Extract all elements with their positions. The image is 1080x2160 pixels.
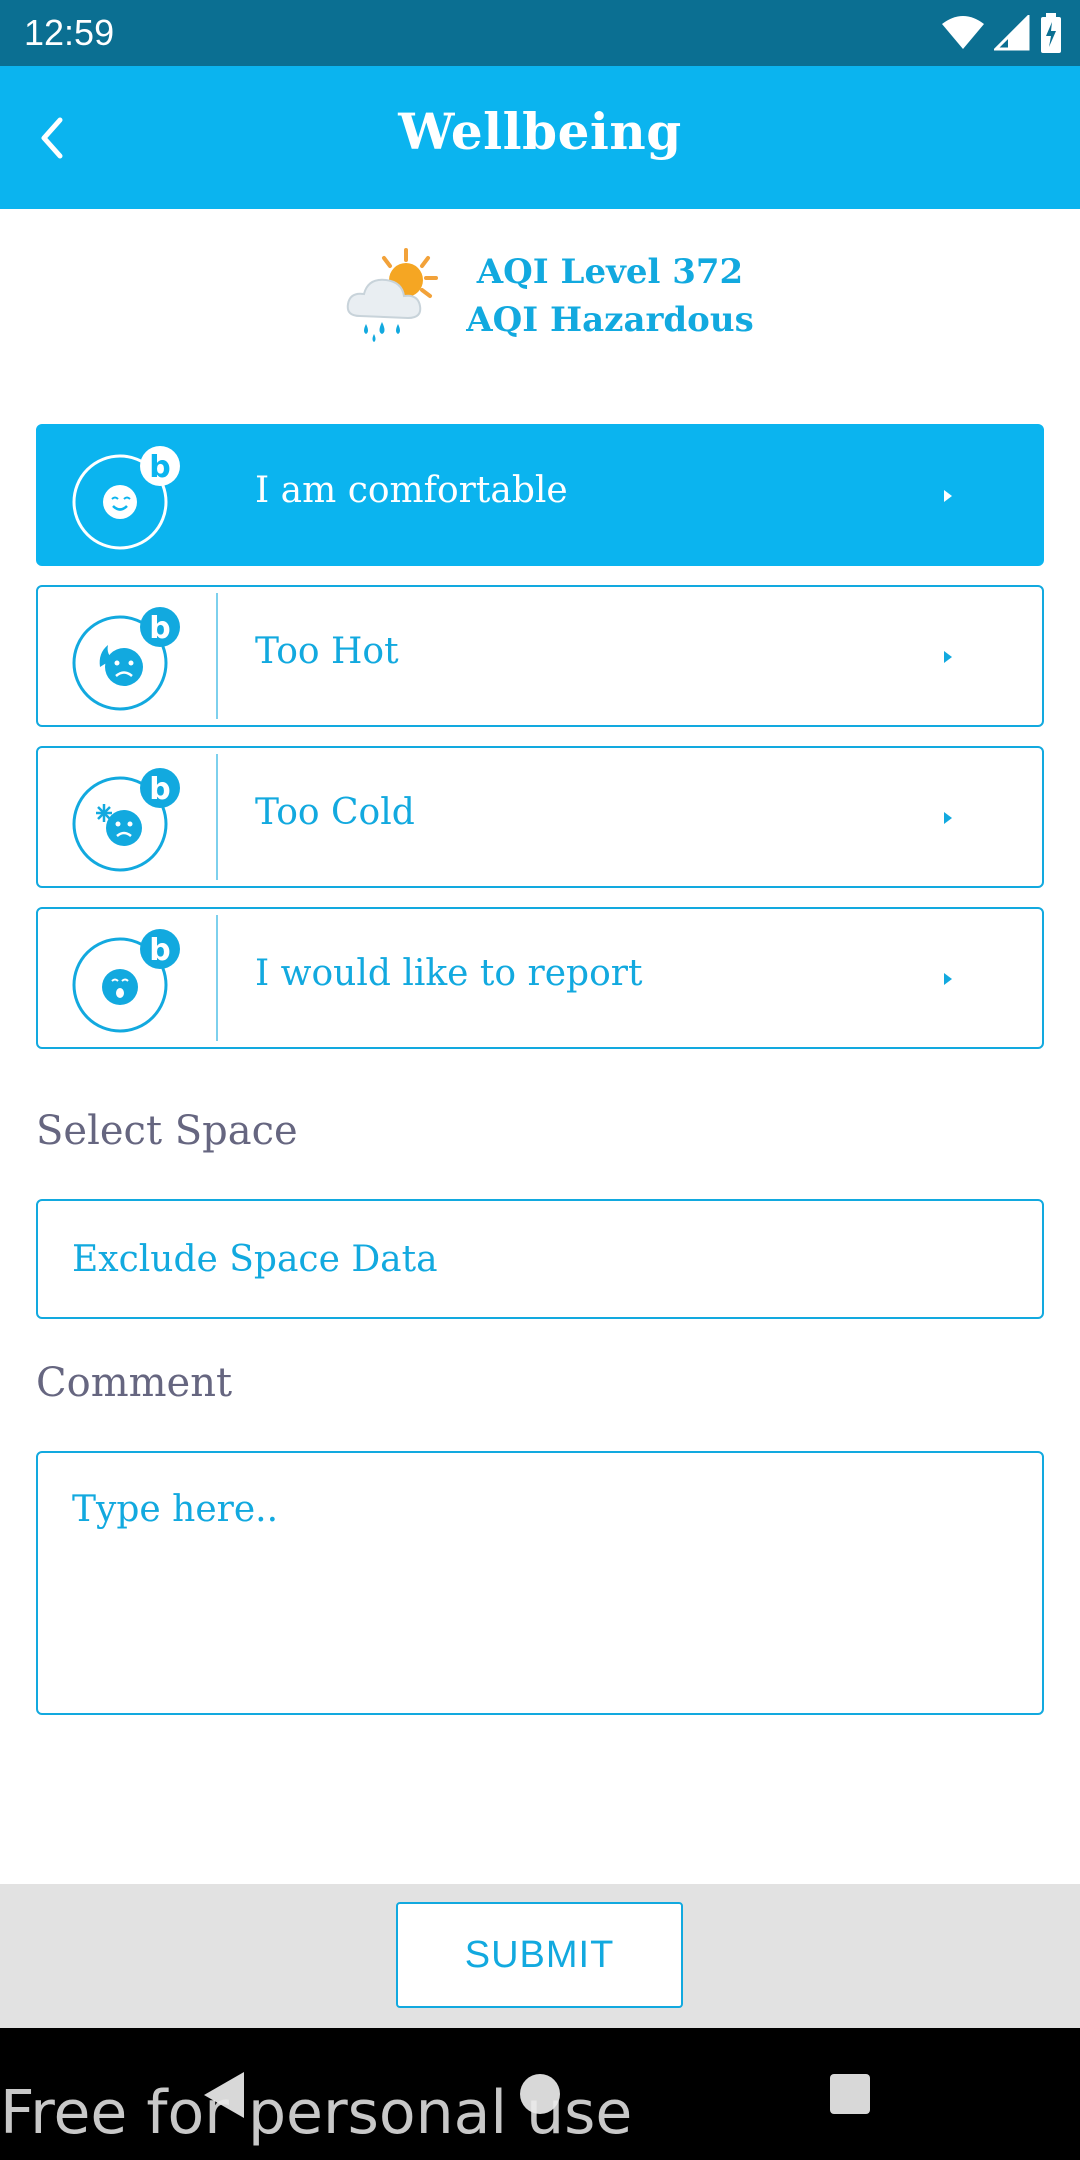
nav-recents-icon[interactable]	[830, 2074, 870, 2114]
hot-face-icon: b	[72, 607, 180, 711]
option-label: Too Hot	[255, 631, 399, 672]
option-label: I am comfortable	[255, 470, 568, 511]
aqi-level: AQI Level 372	[476, 252, 744, 292]
app-bar: Wellbeing	[0, 66, 1080, 209]
weather-sun-rain-icon	[346, 248, 438, 342]
footer: SUBMIT	[0, 1884, 1080, 2028]
status-icons	[942, 10, 1062, 56]
svg-text:b: b	[149, 933, 170, 968]
option-comfortable[interactable]: b I am comfortable	[36, 424, 1044, 566]
watermark: Free for personal use	[0, 2078, 633, 2148]
status-time: 12:59	[24, 12, 115, 53]
option-report[interactable]: b I would like to report	[36, 907, 1044, 1049]
caret-right-icon	[944, 812, 952, 824]
wifi-icon	[942, 16, 984, 49]
select-space-label: Select Space	[36, 1108, 298, 1154]
smile-face-icon: b	[72, 446, 180, 550]
svg-text:b: b	[149, 772, 170, 807]
aqi-summary: AQI Level 372 AQI Hazardous	[340, 236, 760, 356]
submit-button[interactable]: SUBMIT	[396, 1902, 683, 2008]
signal-icon	[994, 15, 1030, 51]
caret-right-icon	[944, 973, 952, 985]
space-select-value: Exclude Space Data	[72, 1239, 438, 1280]
caret-right-icon	[944, 490, 952, 502]
battery-charging-icon	[1041, 13, 1061, 53]
space-select[interactable]: Exclude Space Data	[36, 1199, 1044, 1319]
surprised-face-icon: b	[72, 929, 180, 1033]
caret-right-icon	[944, 651, 952, 663]
option-too-cold[interactable]: b Too Cold	[36, 746, 1044, 888]
cold-face-icon: b	[72, 768, 180, 872]
svg-text:b: b	[149, 450, 170, 485]
comment-label: Comment	[36, 1360, 233, 1406]
option-too-hot[interactable]: b Too Hot	[36, 585, 1044, 727]
aqi-status: AQI Hazardous	[466, 300, 754, 340]
page-title: Wellbeing	[398, 102, 682, 161]
option-label: Too Cold	[255, 792, 415, 833]
status-bar: 12:59	[0, 0, 1080, 66]
comment-input[interactable]	[36, 1451, 1044, 1715]
option-label: I would like to report	[255, 953, 643, 994]
svg-text:b: b	[149, 611, 170, 646]
